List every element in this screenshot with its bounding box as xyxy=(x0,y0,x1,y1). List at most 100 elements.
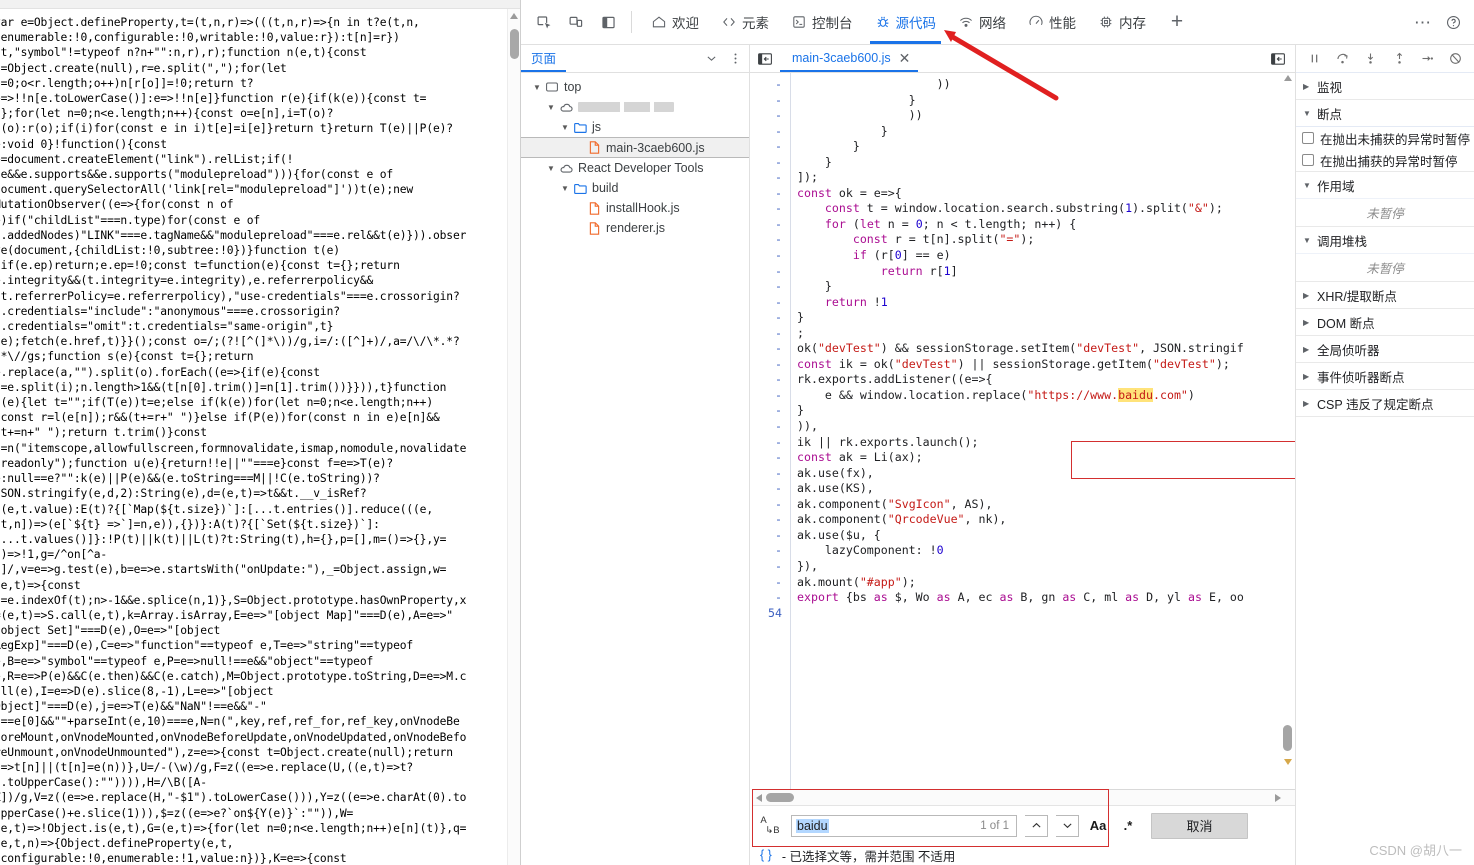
code-line[interactable]: ak.use($u, { xyxy=(797,528,1295,544)
tab-console[interactable]: 控制台 xyxy=(780,0,864,44)
gutter-line[interactable]: - xyxy=(750,497,782,513)
tab-welcome[interactable]: 欢迎 xyxy=(640,0,710,44)
section-header-global-listeners[interactable]: ▶ 全局侦听器 xyxy=(1296,336,1474,362)
code-line[interactable]: } xyxy=(797,155,1295,171)
gutter-line[interactable]: - xyxy=(750,77,782,93)
code-line[interactable]: rk.exports.addListener((e=>{ xyxy=(797,372,1295,388)
section-header-watch[interactable]: ▶ 监视 xyxy=(1296,73,1474,99)
section-header-breakpoints[interactable]: ▼ 断点 xyxy=(1296,100,1474,126)
help-icon[interactable] xyxy=(1438,8,1468,38)
pretty-print-icon[interactable]: { } xyxy=(760,848,772,862)
gutter-last-line-number[interactable]: 54 xyxy=(750,606,782,622)
gutter-line[interactable]: - xyxy=(750,248,782,264)
gutter-line[interactable]: - xyxy=(750,575,782,591)
caret-collapsed-icon[interactable]: ▶ xyxy=(1303,82,1312,91)
section-header-scope[interactable]: ▼ 作用域 xyxy=(1296,172,1474,198)
code-line[interactable]: const r = t[n].split("="); xyxy=(797,232,1295,248)
gutter-line[interactable]: - xyxy=(750,279,782,295)
gutter-line[interactable]: - xyxy=(750,93,782,109)
panel-right-icon[interactable] xyxy=(1267,48,1289,70)
caret-collapsed-icon[interactable]: ▶ xyxy=(1303,318,1312,327)
panel-left-icon[interactable] xyxy=(754,48,776,70)
gutter-line[interactable]: - xyxy=(750,201,782,217)
code-line[interactable]: ; xyxy=(797,326,1295,342)
gutter-line[interactable]: - xyxy=(750,341,782,357)
scroll-up-arrow-icon[interactable] xyxy=(510,13,518,19)
twisty-icon[interactable]: ▼ xyxy=(531,83,543,92)
code-line[interactable]: return !1 xyxy=(797,295,1295,311)
step-out-icon[interactable] xyxy=(1388,48,1410,70)
gutter-line[interactable]: - xyxy=(750,217,782,233)
caret-expanded-icon[interactable]: ▼ xyxy=(1303,109,1312,118)
scroll-up-arrow-icon[interactable] xyxy=(1284,75,1292,81)
cancel-button[interactable]: 取消 xyxy=(1151,812,1248,839)
code-line[interactable]: const ak = Li(ax); xyxy=(797,450,1295,466)
code-line[interactable]: )) xyxy=(797,108,1295,124)
gutter-line[interactable]: - xyxy=(750,590,782,606)
page-vertical-scrollbar[interactable] xyxy=(507,9,520,865)
close-icon[interactable]: ✕ xyxy=(899,51,911,65)
more-options-button[interactable]: ⋯ xyxy=(1410,10,1436,36)
navigator-tab-page[interactable]: 页面 xyxy=(521,45,567,72)
step-into-icon[interactable] xyxy=(1360,48,1382,70)
checkbox-uncaught-exceptions[interactable] xyxy=(1302,132,1314,144)
hscrollbar-thumb[interactable] xyxy=(766,793,794,802)
code-line[interactable]: lazyComponent: !0 xyxy=(797,543,1295,559)
find-next-button[interactable] xyxy=(1056,814,1079,837)
kebab-menu-icon[interactable] xyxy=(725,48,745,70)
pause-resume-icon[interactable] xyxy=(1303,48,1325,70)
breakpoint-option-caught[interactable]: 在抛出捕获的异常时暂停 xyxy=(1296,149,1474,171)
source-code-text[interactable]: )) } )) } } }]); const ok = e=>{ const t … xyxy=(790,73,1295,865)
code-line[interactable]: }), xyxy=(797,559,1295,575)
code-line[interactable]: if (r[0] == e) xyxy=(797,248,1295,264)
caret-collapsed-icon[interactable]: ▶ xyxy=(1303,291,1312,300)
code-line[interactable]: ak.component("QrcodeVue", nk), xyxy=(797,512,1295,528)
code-line[interactable]: export {bs as $, Wo as A, ec as B, gn as… xyxy=(797,590,1295,606)
breakpoint-option-uncaught[interactable]: 在抛出未捕获的异常时暂停 xyxy=(1296,127,1474,149)
tree-item-build-folder[interactable]: ▼ build xyxy=(521,178,749,198)
regex-button[interactable]: .* xyxy=(1117,815,1139,837)
caret-expanded-icon[interactable]: ▼ xyxy=(1303,236,1312,245)
gutter-line[interactable]: - xyxy=(750,528,782,544)
code-line[interactable]: ]); xyxy=(797,170,1295,186)
tree-item-domain-redacted[interactable]: ▼ xyxy=(521,97,749,117)
deactivate-breakpoints-icon[interactable] xyxy=(1445,48,1467,70)
section-header-event-listener-breakpoints[interactable]: ▶ 事件侦听器断点 xyxy=(1296,363,1474,389)
code-viewer[interactable]: - - - - - - - - - - - - - - - - - - - - - - - - - - - - - - - - - -54 )) … xyxy=(750,73,1295,865)
section-header-callstack[interactable]: ▼ 调用堆栈 xyxy=(1296,227,1474,253)
gutter-line[interactable]: - xyxy=(750,481,782,497)
gutter-line[interactable]: - xyxy=(750,326,782,342)
section-header-csp-violation-breakpoints[interactable]: ▶ CSP 违反了规定断点 xyxy=(1296,390,1474,416)
gutter-line[interactable]: - xyxy=(750,186,782,202)
gutter-line[interactable]: - xyxy=(750,295,782,311)
code-line[interactable]: ok("devTest") && sessionStorage.setItem(… xyxy=(797,341,1295,357)
gutter-line[interactable]: - xyxy=(750,264,782,280)
gutter-line[interactable]: - xyxy=(750,372,782,388)
tree-item-top[interactable]: ▼ top xyxy=(521,77,749,97)
scrollbar-thumb[interactable] xyxy=(1283,725,1292,751)
code-line[interactable]: const t = window.location.search.substri… xyxy=(797,201,1295,217)
gutter-line[interactable]: - xyxy=(750,419,782,435)
inspect-element-icon[interactable] xyxy=(529,7,559,37)
tree-item-main-js[interactable]: main-3caeb600.js xyxy=(521,137,749,158)
scroll-left-arrow-icon[interactable] xyxy=(756,793,762,802)
code-line[interactable]: const ik = ok("devTest") || sessionStora… xyxy=(797,357,1295,373)
gutter-line[interactable]: - xyxy=(750,512,782,528)
editor-tab-main-js[interactable]: main-3caeb600.js ✕ xyxy=(780,45,919,72)
gutter-line[interactable]: - xyxy=(750,403,782,419)
device-toolbar-icon[interactable] xyxy=(561,7,591,37)
find-prev-button[interactable] xyxy=(1025,814,1048,837)
code-line[interactable]: } xyxy=(797,279,1295,295)
gutter-line[interactable]: - xyxy=(750,435,782,451)
gutter-line[interactable]: - xyxy=(750,170,782,186)
gutter-line[interactable]: - xyxy=(750,232,782,248)
tab-memory[interactable]: 内存 xyxy=(1087,0,1157,44)
code-line[interactable]: ak.use(KS), xyxy=(797,481,1295,497)
code-line[interactable]: )) xyxy=(797,77,1295,93)
code-line[interactable]: for (let n = 0; n < t.length; n++) { xyxy=(797,217,1295,233)
caret-collapsed-icon[interactable]: ▶ xyxy=(1303,372,1312,381)
gutter-line[interactable]: - xyxy=(750,559,782,575)
gutter-line[interactable]: - xyxy=(750,108,782,124)
caret-collapsed-icon[interactable]: ▶ xyxy=(1303,345,1312,354)
checkbox-caught-exceptions[interactable] xyxy=(1302,154,1314,166)
